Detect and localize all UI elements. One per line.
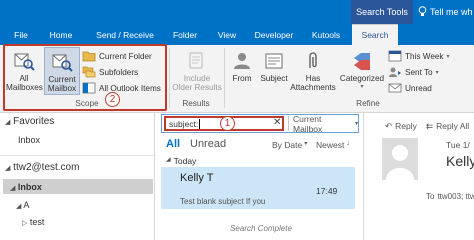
subject-button[interactable]: Subject <box>258 50 290 83</box>
folder-test-label: test <box>29 217 45 227</box>
has-attachments-button[interactable]: Has Attachments <box>288 50 338 92</box>
sender-avatar <box>382 138 418 180</box>
lightbulb-icon <box>418 5 427 19</box>
tab-search[interactable]: Search <box>352 24 398 45</box>
reply-label: Reply <box>395 121 417 131</box>
reply-arrow-icon: ↶ <box>385 121 393 131</box>
include-older-label-1: Include <box>183 74 211 83</box>
person-icon <box>231 50 253 72</box>
text-caret <box>199 118 201 129</box>
tab-file[interactable]: File <box>6 24 36 45</box>
sort-by-dropdown[interactable]: By Date ▾ <box>272 140 307 150</box>
folder-test[interactable]: ▷ test <box>22 217 44 227</box>
search-scope-dropdown[interactable]: Current Mailbox ▾ <box>288 113 358 134</box>
tell-me-label: Tell me wh <box>430 7 473 17</box>
account-label: ttw2@test.com <box>13 162 80 173</box>
calendar-icon <box>388 50 402 62</box>
reply-all-arrow-icon: ⇇ <box>426 121 434 131</box>
tell-me-box[interactable]: Tell me wh <box>418 0 473 24</box>
tab-folder[interactable]: Folder <box>168 24 202 45</box>
has-attachments-label-2: Attachments <box>290 83 336 92</box>
include-older-label-2: Older Results <box>172 83 222 92</box>
favorites-header[interactable]: ◢ Favorites <box>5 116 54 127</box>
reading-date: Tue 1/ <box>446 140 470 150</box>
sent-to-button[interactable]: Sent To ▾ <box>388 66 439 78</box>
results-group-label: Results <box>182 99 210 108</box>
filter-all-tab[interactable]: All <box>166 138 180 150</box>
search-status: Search Complete <box>230 224 292 233</box>
account-header[interactable]: ◢ ttw2@test.com <box>5 162 79 173</box>
reply-all-label: Reply All <box>436 121 470 131</box>
has-attachments-label-1: Has <box>305 74 321 83</box>
to-label: To <box>426 192 435 201</box>
search-tools-context-tab: Search Tools <box>351 0 413 24</box>
tab-view[interactable]: View <box>212 24 242 45</box>
sort-by-label: By Date <box>272 140 303 150</box>
subject-icon <box>263 50 285 72</box>
account-inbox[interactable]: ◢ Inbox <box>10 182 42 192</box>
nav-divider <box>0 155 154 156</box>
message-subject-preview: Test blank subject If you <box>180 197 266 206</box>
tab-home[interactable]: Home <box>44 24 78 45</box>
callout-badge-1: 1 <box>220 116 235 131</box>
reading-recipients: To ttw003; ttw <box>426 192 474 201</box>
arrow-down-icon: ↓ <box>346 140 350 147</box>
paperclip-icon <box>302 50 324 72</box>
inbox-label: Inbox <box>17 182 42 192</box>
favorites-label: Favorites <box>13 116 55 127</box>
include-older-results-button[interactable]: Include Older Results <box>172 50 222 92</box>
to-value: ttw003; ttw <box>437 192 474 201</box>
collapse-triangle-icon: ◢ <box>10 185 16 192</box>
tab-kutools[interactable]: Kutools <box>306 24 346 45</box>
reading-pane <box>363 113 474 240</box>
unread-envelope-icon <box>388 82 402 94</box>
close-search-icon[interactable]: ✕ <box>273 117 281 128</box>
category-tag-icon <box>351 50 373 72</box>
reply-button[interactable]: ↶ Reply <box>385 121 417 132</box>
scope-highlight-box <box>3 44 167 111</box>
chevron-down-icon: ▾ <box>354 121 358 127</box>
categorized-label: Categorized <box>339 74 385 83</box>
sort-order-label: Newest <box>316 140 345 150</box>
categorized-button[interactable]: Categorized ▾ <box>338 50 386 92</box>
person-silhouette-icon <box>386 145 414 180</box>
collapse-triangle-icon: ◢ <box>166 157 171 163</box>
from-label: From <box>232 74 252 83</box>
filter-unread-tab[interactable]: Unread <box>190 138 226 150</box>
from-button[interactable]: From <box>228 50 256 83</box>
sent-to-icon <box>388 66 402 78</box>
sent-to-dropdown-icon: ▾ <box>435 69 439 76</box>
expand-triangle-icon: ▷ <box>22 220 28 227</box>
unread-filter-label: Unread <box>405 83 432 93</box>
subject-label: Subject <box>260 74 288 83</box>
tab-developer[interactable]: Developer <box>248 24 300 45</box>
collapse-triangle-icon: ◢ <box>5 165 11 172</box>
this-week-button[interactable]: This Week ▾ <box>388 50 450 62</box>
reply-all-button[interactable]: ⇇ Reply All <box>426 121 469 132</box>
categorized-dropdown-icon: ▾ <box>360 84 364 90</box>
this-week-label: This Week <box>405 51 444 61</box>
message-time: 17:49 <box>316 186 338 196</box>
sort-order-toggle[interactable]: Newest ↓ <box>316 140 350 150</box>
search-scope-label: Current Mailbox <box>293 113 323 134</box>
folder-a[interactable]: ◢ A <box>16 200 29 210</box>
sent-to-label: Sent To <box>405 67 433 77</box>
this-week-dropdown-icon: ▾ <box>446 53 450 60</box>
folder-a-label: A <box>23 200 30 210</box>
refine-group-label: Refine <box>356 99 380 108</box>
older-results-icon <box>186 50 208 72</box>
group-separator <box>224 48 225 108</box>
group-today-label: Today <box>173 156 197 166</box>
unread-filter-button[interactable]: Unread <box>388 82 432 94</box>
reading-sender: Kelly <box>446 153 474 169</box>
favorites-inbox[interactable]: Inbox <box>18 135 40 145</box>
message-sender: Kelly T <box>180 172 214 184</box>
collapse-triangle-icon: ◢ <box>5 119 11 126</box>
chevron-down-icon: ▾ <box>304 141 308 147</box>
tab-send-receive[interactable]: Send / Receive <box>90 24 160 45</box>
group-header-today[interactable]: ◢ Today <box>166 156 196 166</box>
search-query-text: subject: <box>169 118 199 129</box>
group-separator <box>169 48 170 108</box>
collapse-triangle-icon: ◢ <box>16 203 22 210</box>
